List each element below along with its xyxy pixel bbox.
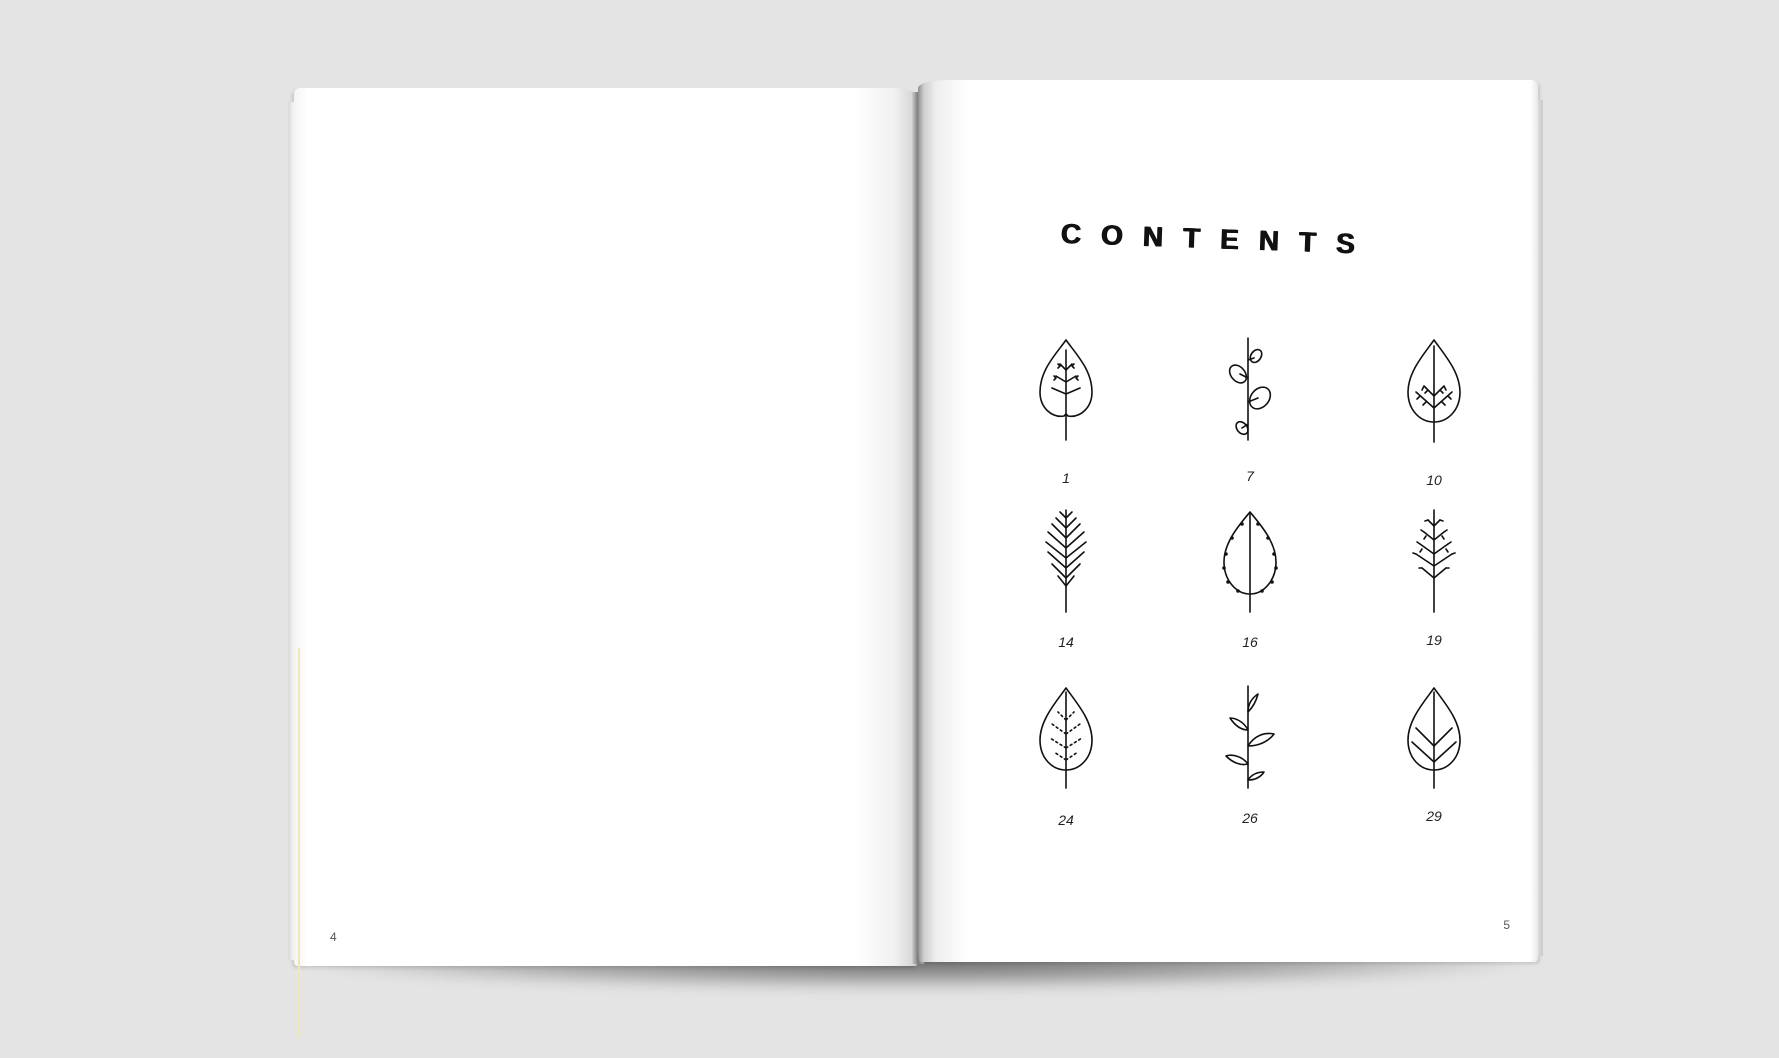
- stem-curved-leaves-icon: [1225, 685, 1275, 789]
- left-page-number: 4: [330, 930, 337, 944]
- contents-title: CONTENTS: [1060, 218, 1376, 260]
- entry-page-number: 10: [1426, 472, 1442, 488]
- contents-grid: 1 7 10 14 16 19 24 26 29: [1006, 336, 1486, 836]
- leaf-dotted-veins-icon: [1039, 687, 1093, 789]
- contents-entry[interactable]: 29: [1374, 684, 1494, 844]
- leaf-v-veins-icon: [1407, 687, 1461, 789]
- contents-entry[interactable]: 19: [1374, 508, 1494, 668]
- entry-page-number: 26: [1242, 810, 1258, 826]
- magazine-spread-scene: 4 CONTENTS 1 7 10 14 16 19 24 26 29 5: [0, 0, 1779, 1058]
- contents-entry[interactable]: 14: [1006, 508, 1126, 668]
- leaf-heart-branched-icon: [1039, 339, 1093, 441]
- entry-page-number: 7: [1246, 468, 1254, 484]
- entry-page-number: 14: [1058, 634, 1074, 650]
- entry-page-number: 16: [1242, 634, 1258, 650]
- leaf-serrated-icon: [1222, 511, 1278, 613]
- contents-entry[interactable]: 1: [1006, 336, 1126, 496]
- entry-page-number: 24: [1058, 812, 1074, 828]
- entry-page-number: 1: [1062, 470, 1070, 486]
- right-page-number: 5: [1503, 918, 1510, 932]
- stem-round-leaves-icon: [1228, 337, 1272, 441]
- contents-entry[interactable]: 16: [1190, 508, 1310, 668]
- contents-entry[interactable]: 24: [1006, 684, 1126, 844]
- leaf-teardrop-veined-icon: [1407, 339, 1461, 443]
- fern-frond-icon: [1045, 509, 1087, 613]
- entry-page-number: 29: [1426, 808, 1442, 824]
- contents-entry[interactable]: 26: [1190, 684, 1310, 844]
- contents-entry[interactable]: 7: [1190, 336, 1310, 496]
- right-page: CONTENTS 1 7 10 14 16 19 24 26 29 5: [918, 80, 1543, 962]
- contents-entry[interactable]: 10: [1374, 336, 1494, 496]
- twig-branched-icon: [1412, 509, 1456, 613]
- entry-page-number: 19: [1426, 632, 1442, 648]
- left-page: 4: [288, 88, 918, 1038]
